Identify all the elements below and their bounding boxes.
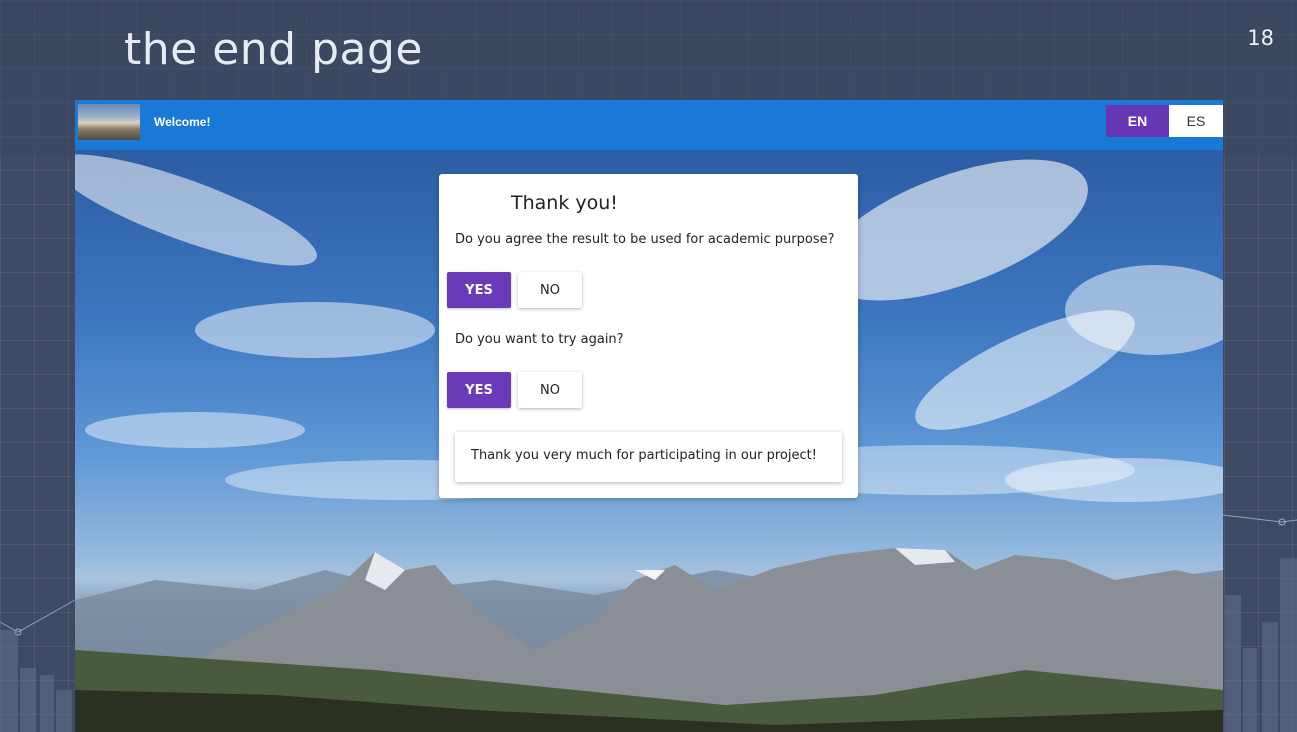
language-en-button[interactable]: EN: [1106, 105, 1169, 137]
app-top-bar: Welcome! EN ES: [75, 100, 1223, 150]
language-es-button[interactable]: ES: [1169, 105, 1223, 137]
slide-number: 18: [1247, 26, 1274, 50]
try-again-no-button[interactable]: NO: [518, 372, 582, 408]
thank-you-card: Thank you! Do you agree the result to be…: [439, 174, 858, 498]
app-screenshot: Welcome! EN ES Thank you! Do you agree t…: [75, 100, 1223, 732]
slide-title: the end page: [124, 24, 423, 75]
card-title: Thank you!: [511, 192, 618, 214]
try-again-question: Do you want to try again?: [455, 332, 624, 347]
thank-you-message-box: Thank you very much for participating in…: [455, 432, 842, 482]
academic-consent-question: Do you agree the result to be used for a…: [455, 232, 835, 247]
thank-you-message: Thank you very much for participating in…: [471, 448, 817, 463]
academic-consent-yes-button[interactable]: YES: [447, 272, 511, 308]
academic-consent-no-button[interactable]: NO: [518, 272, 582, 308]
try-again-yes-button[interactable]: YES: [447, 372, 511, 408]
app-logo-image: [78, 104, 140, 140]
app-title: Welcome!: [154, 115, 211, 129]
